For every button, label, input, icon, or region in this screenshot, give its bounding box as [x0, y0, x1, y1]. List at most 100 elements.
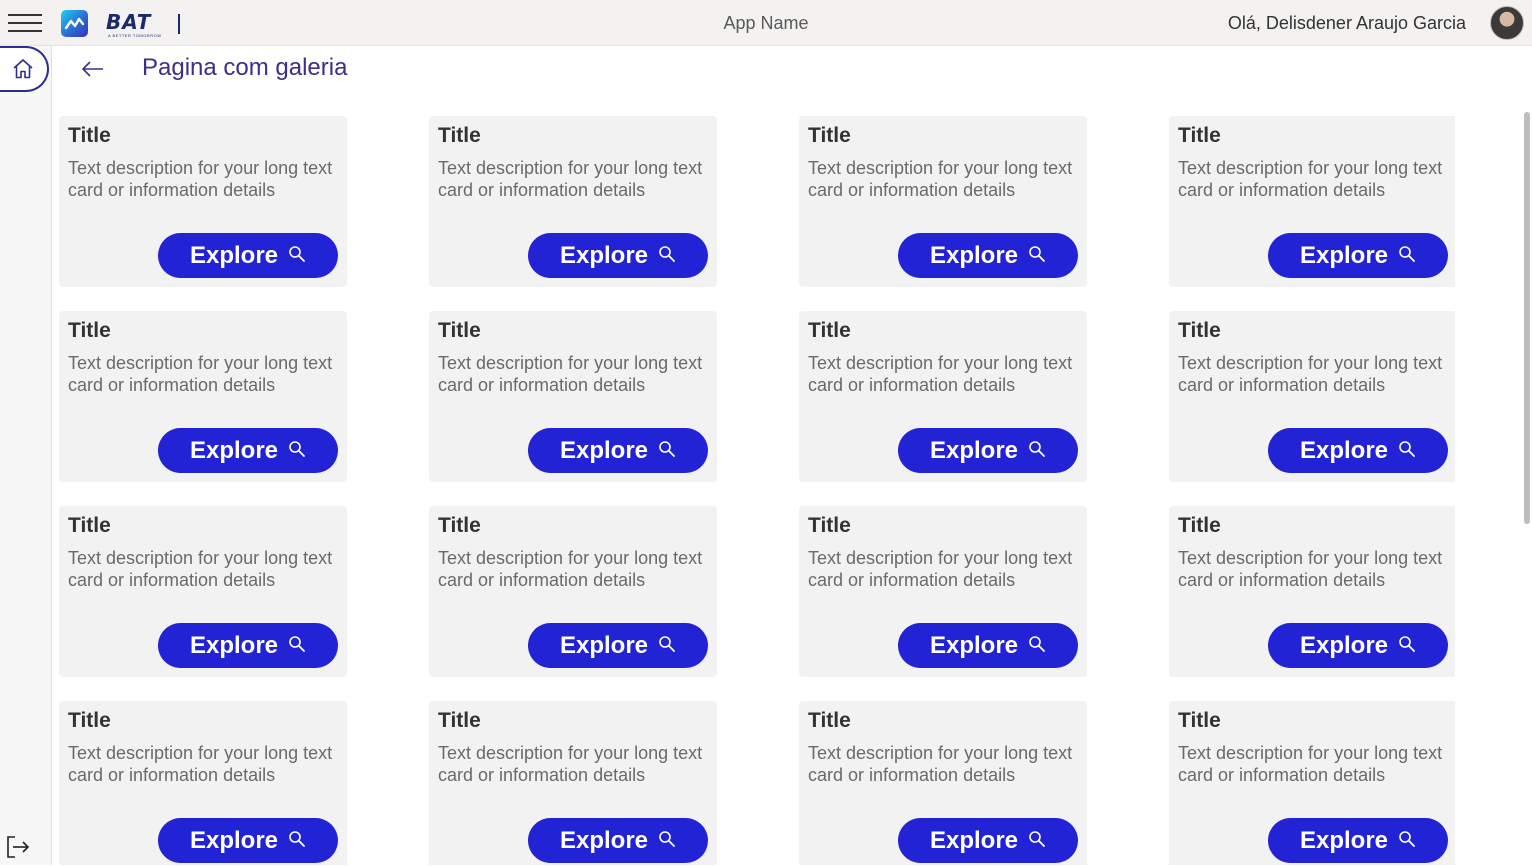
card-title: Title — [438, 709, 481, 732]
explore-button-label: Explore — [1299, 631, 1389, 659]
back-arrow-icon — [81, 61, 103, 77]
explore-button-label: Explore — [929, 436, 1019, 464]
gallery-card: Title Text description for your long tex… — [59, 506, 347, 677]
explore-button[interactable]: Explore — [898, 233, 1078, 278]
search-icon — [1399, 245, 1415, 262]
search-icon — [1029, 635, 1045, 652]
card-description: Text description for your long text card… — [808, 353, 1073, 395]
explore-button[interactable]: Explore — [1268, 233, 1448, 278]
card-description: Text description for your long text card… — [438, 353, 703, 395]
gallery-card: Title Text description for your long tex… — [59, 311, 347, 482]
vertical-scrollbar[interactable] — [1524, 112, 1530, 524]
gallery-card: Title Text description for your long tex… — [1169, 701, 1455, 865]
search-icon — [1029, 245, 1045, 262]
card-title: Title — [808, 124, 851, 147]
explore-button[interactable]: Explore — [158, 818, 338, 863]
gallery-card: Title Text description for your long tex… — [799, 311, 1087, 482]
gallery-card: Title Text description for your long tex… — [799, 116, 1087, 287]
gallery-card: Title Text description for your long tex… — [1169, 116, 1455, 287]
card-title: Title — [808, 709, 851, 732]
gallery-card: Title Text description for your long tex… — [1169, 311, 1455, 482]
card-title: Title — [68, 319, 111, 342]
hamburger-menu-icon[interactable] — [8, 12, 42, 34]
explore-button-label: Explore — [1299, 436, 1389, 464]
gallery-card: Title Text description for your long tex… — [429, 701, 717, 865]
card-description: Text description for your long text card… — [68, 158, 333, 200]
card-title: Title — [1178, 124, 1221, 147]
explore-button[interactable]: Explore — [1268, 623, 1448, 668]
left-nav-rail — [0, 46, 52, 865]
card-description: Text description for your long text card… — [68, 353, 333, 395]
page-title: Pagina com galeria — [142, 54, 348, 81]
card-title: Title — [68, 709, 111, 732]
user-avatar[interactable] — [1490, 6, 1524, 40]
explore-button[interactable]: Explore — [528, 233, 708, 278]
top-bar: BAT A BETTER TOMORROW App Name Olá, Deli… — [0, 0, 1532, 46]
explore-button-label: Explore — [929, 826, 1019, 854]
search-icon — [1029, 830, 1045, 847]
card-title: Title — [1178, 514, 1221, 537]
explore-button-label: Explore — [189, 241, 279, 269]
explore-button[interactable]: Explore — [898, 623, 1078, 668]
card-title: Title — [68, 514, 111, 537]
explore-button[interactable]: Explore — [528, 818, 708, 863]
explore-button[interactable]: Explore — [528, 428, 708, 473]
search-icon — [1399, 830, 1415, 847]
search-icon — [1399, 635, 1415, 652]
gallery-card: Title Text description for your long tex… — [429, 506, 717, 677]
logout-button[interactable] — [4, 833, 32, 861]
explore-button-label: Explore — [559, 436, 649, 464]
gallery-card: Title Text description for your long tex… — [429, 311, 717, 482]
logout-icon — [7, 836, 30, 858]
card-description: Text description for your long text card… — [808, 548, 1073, 590]
card-description: Text description for your long text card… — [1178, 158, 1443, 200]
card-description: Text description for your long text card… — [68, 548, 333, 590]
explore-button[interactable]: Explore — [898, 428, 1078, 473]
explore-button-label: Explore — [559, 631, 649, 659]
search-icon — [289, 440, 305, 457]
explore-button-label: Explore — [559, 826, 649, 854]
card-gallery: Title Text description for your long tex… — [59, 116, 1455, 865]
explore-button-label: Explore — [1299, 826, 1389, 854]
card-title: Title — [1178, 709, 1221, 732]
back-button[interactable] — [80, 56, 106, 82]
explore-button-label: Explore — [929, 631, 1019, 659]
explore-button[interactable]: Explore — [898, 818, 1078, 863]
explore-button[interactable]: Explore — [1268, 818, 1448, 863]
explore-button[interactable]: Explore — [1268, 428, 1448, 473]
card-title: Title — [808, 514, 851, 537]
gallery-card: Title Text description for your long tex… — [59, 116, 347, 287]
explore-button[interactable]: Explore — [158, 428, 338, 473]
card-description: Text description for your long text card… — [438, 548, 703, 590]
app-logo-icon — [61, 10, 88, 37]
explore-button[interactable]: Explore — [528, 623, 708, 668]
explore-button[interactable]: Explore — [158, 233, 338, 278]
home-button[interactable] — [0, 46, 49, 92]
explore-button-label: Explore — [559, 241, 649, 269]
search-icon — [289, 635, 305, 652]
gallery-card: Title Text description for your long tex… — [1169, 506, 1455, 677]
explore-button-label: Explore — [1299, 241, 1389, 269]
search-icon — [659, 245, 675, 262]
card-description: Text description for your long text card… — [1178, 548, 1443, 590]
explore-button-label: Explore — [929, 241, 1019, 269]
gallery-card: Title Text description for your long tex… — [799, 506, 1087, 677]
explore-button-label: Explore — [189, 826, 279, 854]
search-icon — [659, 830, 675, 847]
card-title: Title — [808, 319, 851, 342]
gallery-card: Title Text description for your long tex… — [429, 116, 717, 287]
user-greeting: Olá, Delisdener Araujo Garcia — [1227, 13, 1466, 33]
explore-button[interactable]: Explore — [158, 623, 338, 668]
gallery-card: Title Text description for your long tex… — [59, 701, 347, 865]
card-description: Text description for your long text card… — [68, 743, 333, 785]
card-title: Title — [438, 124, 481, 147]
card-description: Text description for your long text card… — [1178, 353, 1443, 395]
search-icon — [289, 245, 305, 262]
explore-button-label: Explore — [189, 631, 279, 659]
card-description: Text description for your long text card… — [808, 743, 1073, 785]
search-icon — [659, 440, 675, 457]
gallery-card: Title Text description for your long tex… — [799, 701, 1087, 865]
explore-button-label: Explore — [189, 436, 279, 464]
card-title: Title — [1178, 319, 1221, 342]
card-title: Title — [438, 319, 481, 342]
